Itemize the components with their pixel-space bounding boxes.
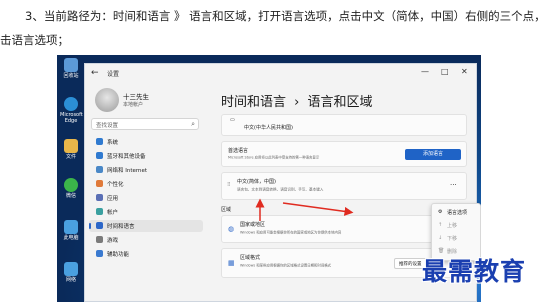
watermark-logo: 最需教育	[422, 257, 527, 286]
arrow-to-language-options	[282, 202, 354, 216]
article-line-1: 3、当前路径为：时间和语言 》 语言和区域，打开语言选项，点击中文（简体，中国）…	[25, 9, 546, 23]
embedded-screenshot: 回收站 Microsoft Edge 文件 微信 此电脑 网络 ← 设置 — □…	[57, 55, 481, 302]
annotation-arrows	[255, 198, 354, 221]
article-line-2: 击语言选项；	[0, 33, 69, 47]
